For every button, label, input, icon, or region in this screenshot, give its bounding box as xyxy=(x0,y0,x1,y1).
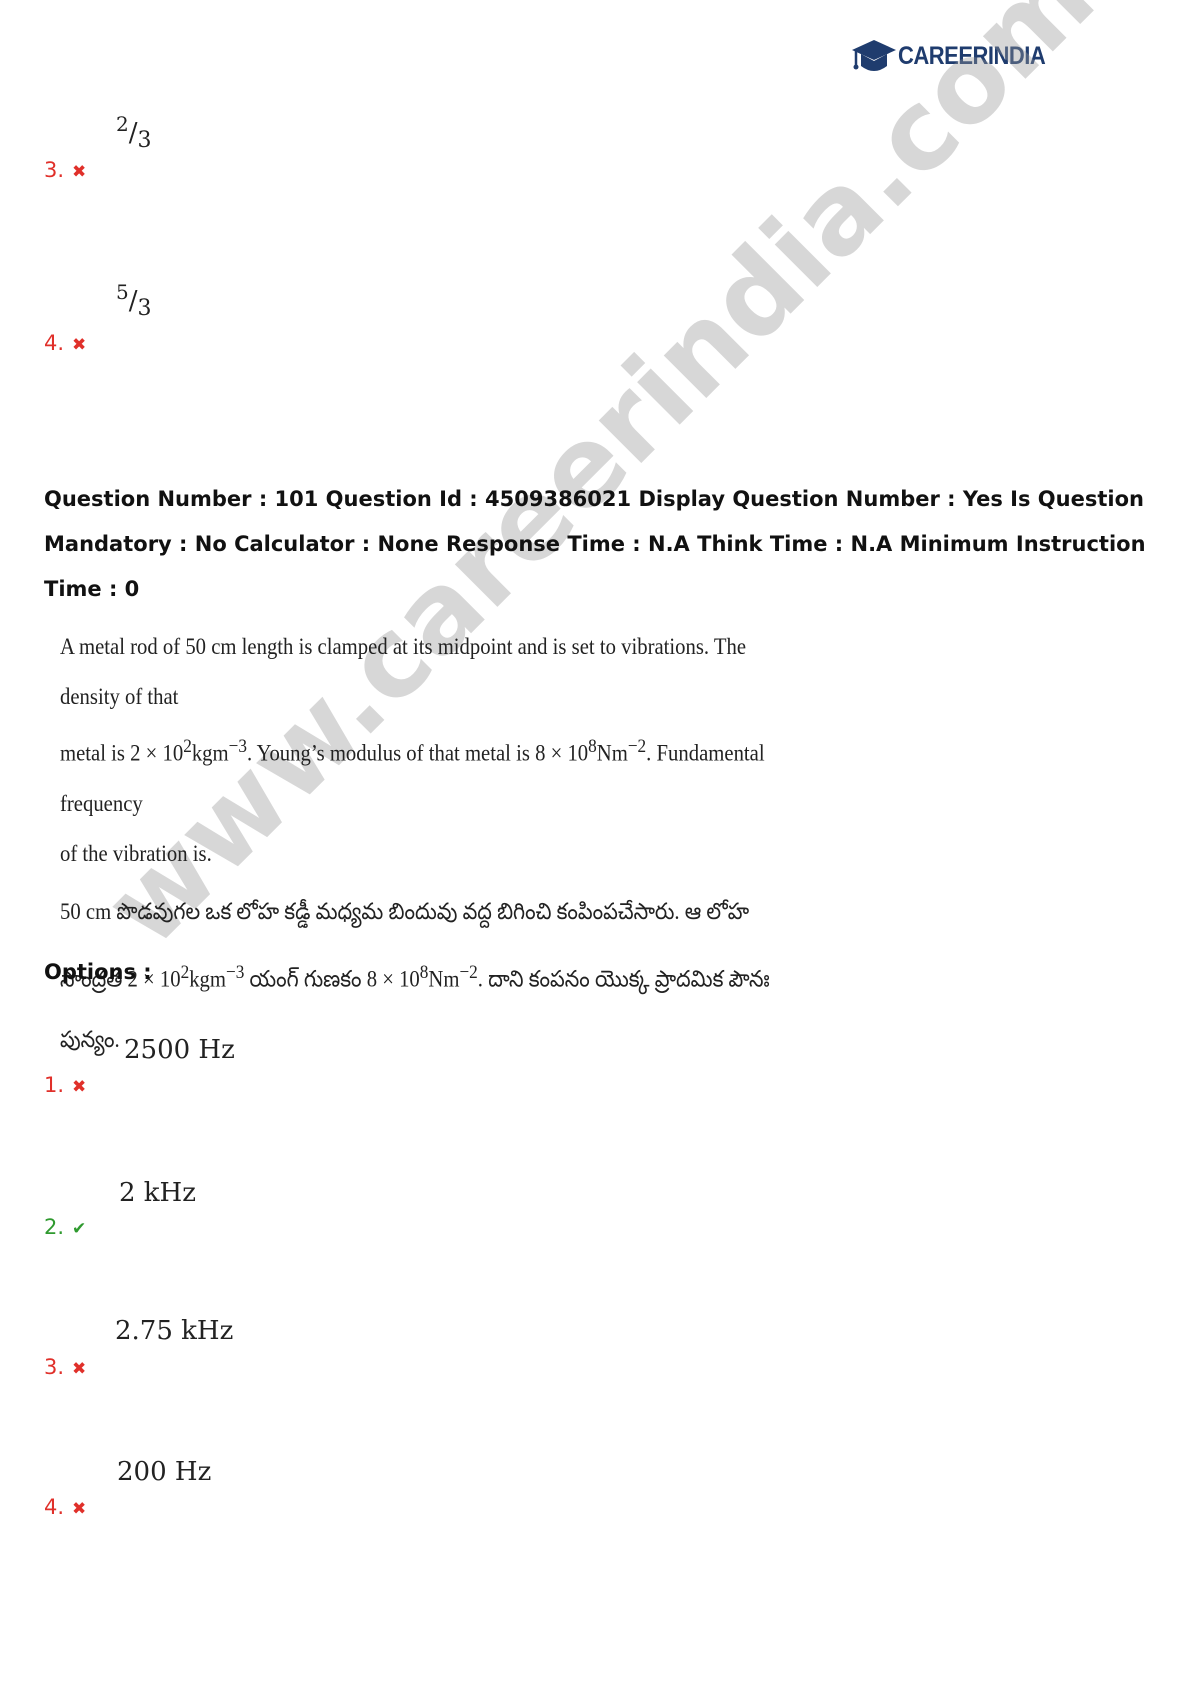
question-te-line-1: 50 cm పొడవుగల ఒక లోహ కడ్డీ మధ్యమ బిందువు… xyxy=(60,898,750,924)
graduation-cap-icon xyxy=(852,40,896,71)
option-4: 4. ✖ xyxy=(44,1495,86,1519)
question-text: A metal rod of 50 cm length is clamped a… xyxy=(60,622,798,1068)
option-4-value: 200 Hz xyxy=(117,1457,212,1487)
option-2: 2. ✔ xyxy=(44,1215,86,1239)
option-1-value: 2500 Hz xyxy=(124,1035,235,1065)
option-2-value: 2 kHz xyxy=(119,1178,196,1208)
check-icon: ✔ xyxy=(72,1219,87,1239)
careerindia-logo: CAREERINDIA xyxy=(852,30,1046,82)
question-en-line-3: of the vibration is. xyxy=(60,840,212,866)
cross-icon: ✖ xyxy=(72,162,87,182)
option-number: 3. xyxy=(44,158,65,182)
question-en-line-2: metal is 2 × 102kgm−3. Young’s modulus o… xyxy=(60,736,765,816)
options-label: Options : xyxy=(44,960,152,984)
option-number: 3. xyxy=(44,1355,65,1379)
logo-text-career: CAREER xyxy=(898,41,988,70)
cross-icon: ✖ xyxy=(72,1077,87,1097)
question-en-line-1: A metal rod of 50 cm length is clamped a… xyxy=(60,634,747,709)
option-3-value: 2.75 kHz xyxy=(115,1316,234,1346)
prev-option-3-value: 2/3 xyxy=(116,112,152,153)
cross-icon: ✖ xyxy=(72,335,87,355)
option-1: 1. ✖ xyxy=(44,1073,86,1097)
option-3: 3. ✖ xyxy=(44,1355,86,1379)
cross-icon: ✖ xyxy=(72,1359,87,1379)
prev-option-4-value: 5/3 xyxy=(116,280,152,321)
option-number: 4. xyxy=(44,1495,65,1519)
prev-option-4: 4. ✖ xyxy=(44,331,86,355)
logo-text-india: INDIA xyxy=(987,41,1046,70)
question-meta: Question Number : 101 Question Id : 4509… xyxy=(44,487,1146,601)
option-number: 4. xyxy=(44,331,65,355)
cross-icon: ✖ xyxy=(72,1499,87,1519)
option-number: 2. xyxy=(44,1215,65,1239)
question-te-line-2: సాంద్రత 2 × 102kgm−3 యంగ్ గుణకం 8 × 108N… xyxy=(60,961,770,992)
option-number: 1. xyxy=(44,1073,65,1097)
prev-option-3: 3. ✖ xyxy=(44,158,86,182)
